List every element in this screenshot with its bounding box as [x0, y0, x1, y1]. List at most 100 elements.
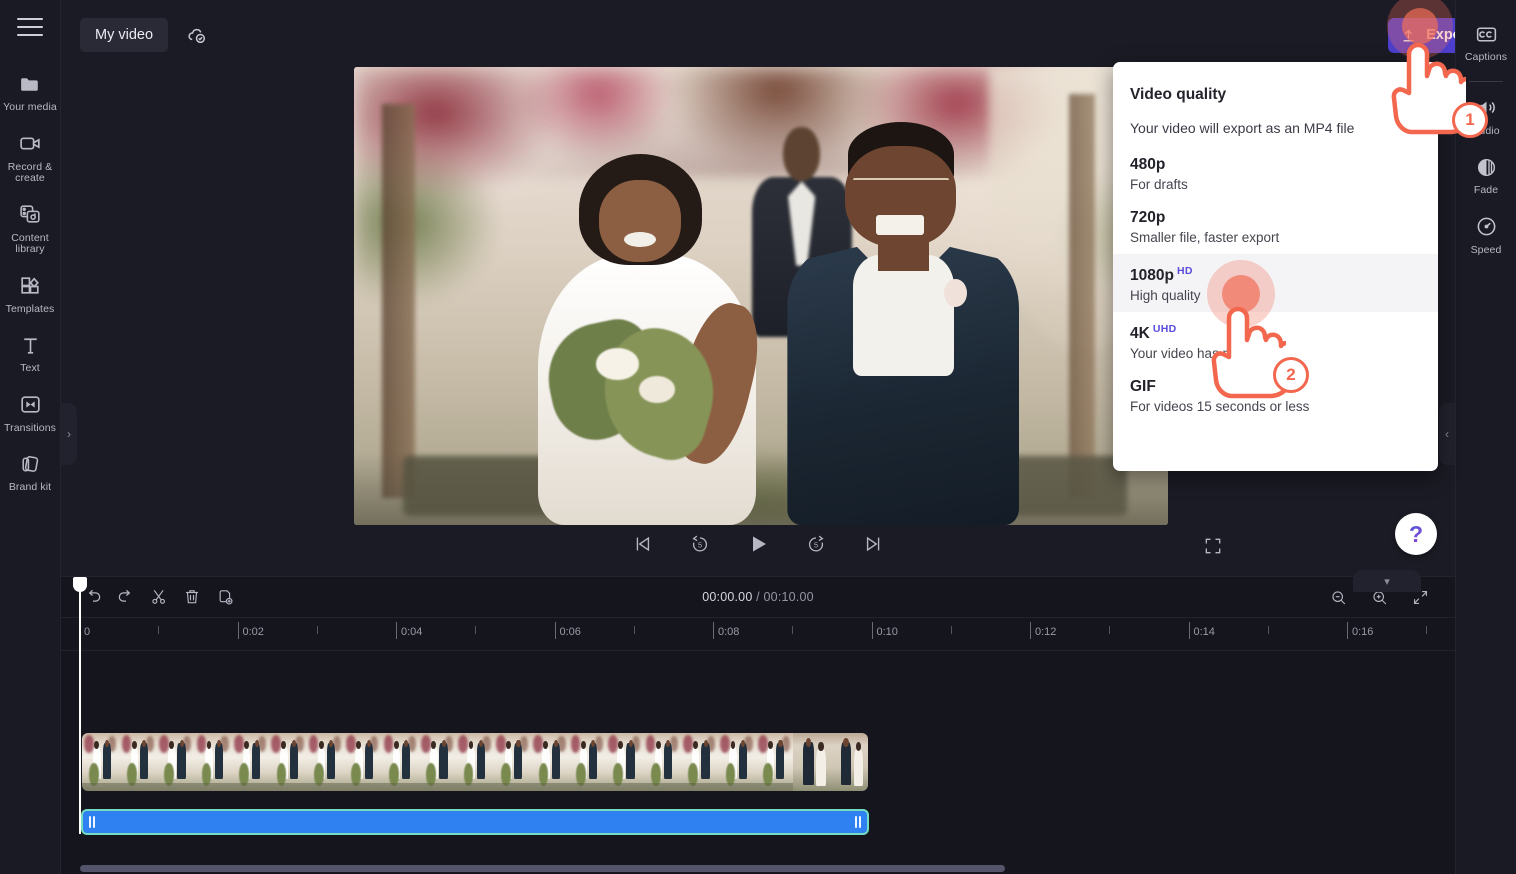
cc-icon	[1473, 21, 1499, 47]
ruler-tick-label: 0:08	[718, 626, 740, 638]
redo-icon[interactable]	[111, 582, 141, 612]
export-option-1080p[interactable]: 1080p HD High quality	[1113, 254, 1438, 313]
ruler-tick-label: 0:06	[559, 626, 581, 638]
sidebar-item-label: Templates	[5, 302, 55, 315]
delete-trash-icon[interactable]	[177, 582, 207, 612]
dropdown-title: Video quality	[1130, 86, 1227, 103]
sidebar-item-your-media[interactable]: Your media	[0, 62, 61, 122]
chevron-left-icon: ‹	[1445, 427, 1449, 441]
export-option-4k[interactable]: 4K UHD Your video has no 4K	[1113, 312, 1438, 370]
option-desc: For drafts	[1130, 177, 1188, 192]
ruler-tick-minor	[1426, 626, 1428, 634]
forward-5-seconds-icon[interactable]: 5	[801, 529, 831, 559]
ruler-tick-minor	[158, 626, 160, 634]
sidebar-item-content-library[interactable]: Content library	[0, 193, 61, 264]
left-panel-expand-toggle[interactable]: ›	[61, 403, 77, 465]
sidebar-item-label: Text	[20, 362, 40, 374]
sidebar-item-label: Fade	[1473, 184, 1499, 196]
clip-thumbnail	[643, 733, 681, 791]
sidebar-item-fade[interactable]: Fade	[1456, 145, 1516, 205]
cloud-saved-icon[interactable]	[184, 22, 210, 48]
wedding-photo	[354, 67, 1168, 525]
fullscreen-icon[interactable]	[1200, 533, 1226, 559]
clip-thumbnail	[194, 733, 232, 791]
svg-text:5: 5	[698, 541, 702, 550]
ruler-tick-minor	[1267, 626, 1269, 634]
ruler-tick-minor	[316, 626, 318, 634]
timeline-video-clip[interactable]	[82, 733, 868, 791]
option-name: GIF	[1130, 378, 1156, 396]
clip-thumbnail	[718, 733, 756, 791]
project-title-input[interactable]: My video	[80, 18, 169, 52]
split-scissors-icon[interactable]	[144, 582, 174, 612]
ruler-tick-label: 0:12	[1035, 626, 1057, 638]
left-sidebar: Your media Record & create Content libra…	[0, 0, 61, 874]
chevron-down-icon: ▾	[1384, 575, 1390, 588]
clip-thumbnail	[82, 733, 120, 791]
skip-to-end-icon[interactable]	[859, 529, 889, 559]
ruler-tick-minor	[475, 626, 477, 634]
help-question-icon: ?	[1408, 520, 1424, 547]
sidebar-item-text[interactable]: Text	[0, 323, 61, 383]
sidebar-item-label: Brand kit	[8, 481, 52, 493]
clip-trim-handle-right[interactable]	[853, 814, 863, 830]
media-library-icon	[17, 202, 43, 228]
clip-trim-handle-left[interactable]	[87, 814, 97, 830]
right-panel-collapse-toggle[interactable]: ‹	[1439, 403, 1455, 465]
step-badge-2: 2	[1273, 357, 1309, 393]
option-desc: For videos 15 seconds or less	[1130, 399, 1310, 415]
rewind-5-seconds-icon[interactable]: 5	[685, 529, 715, 559]
current-time: 00:00.00	[702, 590, 753, 604]
timeline-collapse-toggle[interactable]: ▾	[1353, 570, 1421, 592]
option-name: 720p	[1130, 209, 1166, 226]
sidebar-item-brand-kit[interactable]: Brand kit	[0, 442, 61, 502]
sidebar-item-label: Your media	[3, 101, 57, 113]
sidebar-label-line1: Content	[11, 231, 49, 244]
sidebar-item-captions[interactable]: Captions	[1456, 12, 1516, 72]
clip-thumbnail	[830, 733, 868, 791]
sidebar-label-line2: create	[15, 172, 45, 184]
help-button[interactable]: ?	[1395, 513, 1437, 555]
clip-thumbnail	[680, 733, 719, 791]
hamburger-menu-icon[interactable]	[17, 18, 43, 36]
sidebar-item-record-create[interactable]: Record & create	[0, 122, 61, 193]
ruler-tick-minor	[633, 626, 635, 634]
video-preview[interactable]	[354, 67, 1168, 525]
zoom-out-icon[interactable]	[1323, 582, 1353, 612]
clip-thumbnail	[269, 733, 307, 791]
option-name: 4K	[1130, 325, 1150, 343]
timeline-ruler[interactable]: 0 0:02 0:04 0:06 0:08 0:10 0:12 0:14 0:16	[61, 618, 1455, 651]
clip-thumbnail	[456, 733, 494, 791]
clip-thumbnail	[306, 733, 344, 791]
sidebar-label-line2: library	[15, 243, 45, 255]
sidebar-item-label: Captions	[1464, 51, 1508, 63]
ruler-tick-major	[396, 622, 397, 639]
play-button[interactable]	[743, 529, 773, 559]
sidebar-item-templates[interactable]: Templates	[0, 264, 61, 324]
duplicate-icon[interactable]	[210, 582, 240, 612]
skip-to-start-icon[interactable]	[627, 529, 657, 559]
step-badge-1: 1	[1452, 102, 1488, 138]
ruler-tick-label: 0:10	[876, 626, 898, 638]
templates-grid-icon	[17, 273, 43, 299]
sidebar-divider	[1469, 80, 1503, 82]
option-badge-hd: HD	[1176, 265, 1193, 277]
timeline-audio-clip[interactable]	[81, 809, 869, 835]
export-option-720p[interactable]: 720p Smaller file, faster export	[1113, 201, 1438, 254]
clip-thumbnail	[381, 733, 419, 791]
export-option-480p[interactable]: 480p For drafts	[1113, 148, 1438, 201]
clip-thumbnail	[793, 733, 831, 791]
timeline-horizontal-scrollbar[interactable]	[80, 865, 1005, 872]
sidebar-item-label: Speed	[1470, 243, 1502, 256]
total-time: 00:10.00	[763, 590, 814, 604]
folder-icon	[17, 71, 43, 97]
ruler-tick-label: 0	[84, 626, 91, 638]
ruler-tick-minor	[792, 626, 794, 634]
export-quality-dropdown: Video quality Your video will export as …	[1113, 62, 1438, 471]
option-desc: High quality	[1130, 288, 1201, 304]
sidebar-item-speed[interactable]: Speed	[1456, 205, 1516, 265]
timeline-playhead[interactable]	[73, 577, 87, 834]
timeline-time-display: 00:00.00 / 00:10.00	[61, 590, 1455, 604]
sidebar-item-transitions[interactable]: Transitions	[0, 383, 61, 443]
option-badge-uhd: UHD	[1152, 323, 1177, 336]
